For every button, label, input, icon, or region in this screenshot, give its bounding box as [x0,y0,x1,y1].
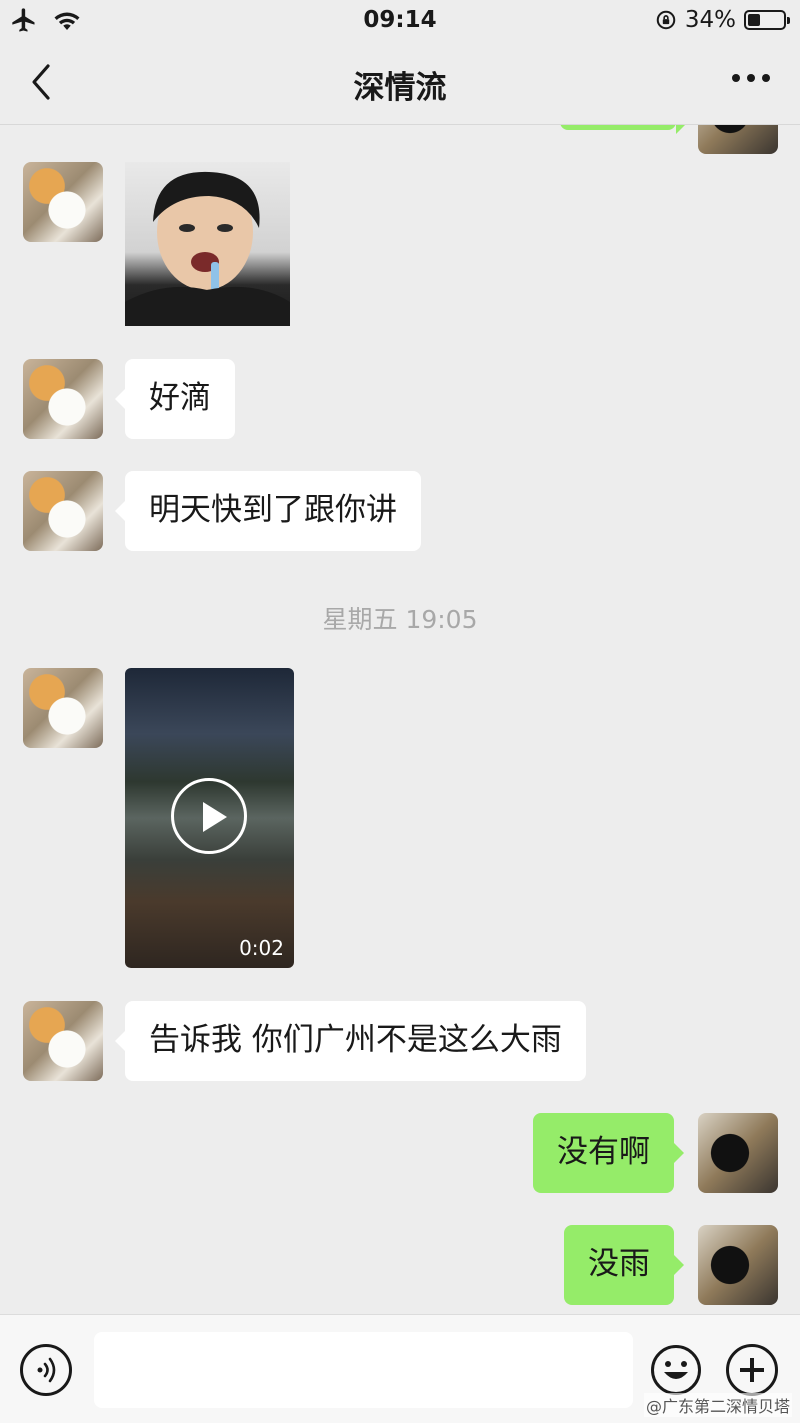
more-dot [747,74,755,82]
chat-title: 深情流 [353,70,447,106]
message-timestamp: 星期五 19:05 [322,605,478,634]
emoji-icon[interactable] [650,1344,702,1396]
nav-bar: 深情流 [0,42,800,125]
battery-icon [744,10,790,30]
status-bar: 09:14 34% [0,0,800,42]
watermark-text: @广东第二深情贝塔 [643,1393,792,1417]
video-message[interactable]: 0:02 [125,668,294,968]
avatar-self[interactable] [698,1225,778,1305]
avatar-contact[interactable] [23,1001,103,1081]
sticker-face-illustration [125,171,290,326]
sticker-image[interactable] [125,162,290,326]
message-list[interactable]: 好滴 明天快到了跟你讲 星期五 19:05 0:02 告诉我 你们广州不是这么大… [0,124,800,1314]
battery-percent: 34% [684,7,736,33]
status-right: 34% [655,7,790,33]
voice-icon [37,1357,56,1383]
avatar-self[interactable] [698,1113,778,1193]
input-bar: @广东第二深情贝塔 [0,1314,800,1423]
avatar-contact[interactable] [23,471,103,551]
voice-input-button[interactable] [20,1344,72,1396]
message-bubble[interactable]: 明天快到了跟你讲 [115,471,421,551]
message-bubble[interactable]: 好滴 [115,359,235,439]
message-bubble-self[interactable]: 没雨 [564,1225,684,1305]
add-attachment-button[interactable] [726,1344,778,1396]
rotation-lock-icon [656,10,676,30]
message-bubble[interactable]: 告诉我 你们广州不是这么大雨 [115,1001,586,1081]
avatar-contact[interactable] [23,668,103,748]
avatar-contact[interactable] [23,359,103,439]
more-dot [762,74,770,82]
message-input[interactable] [94,1332,633,1408]
more-dot [732,74,740,82]
more-options-icon[interactable] [732,74,770,82]
avatar-contact[interactable] [23,162,103,242]
message-bubble-self[interactable]: 没有啊 [533,1113,684,1193]
avatar-self[interactable] [698,124,778,154]
play-icon[interactable] [171,778,247,854]
battery-fill [748,14,760,26]
video-duration: 0:02 [239,936,284,960]
